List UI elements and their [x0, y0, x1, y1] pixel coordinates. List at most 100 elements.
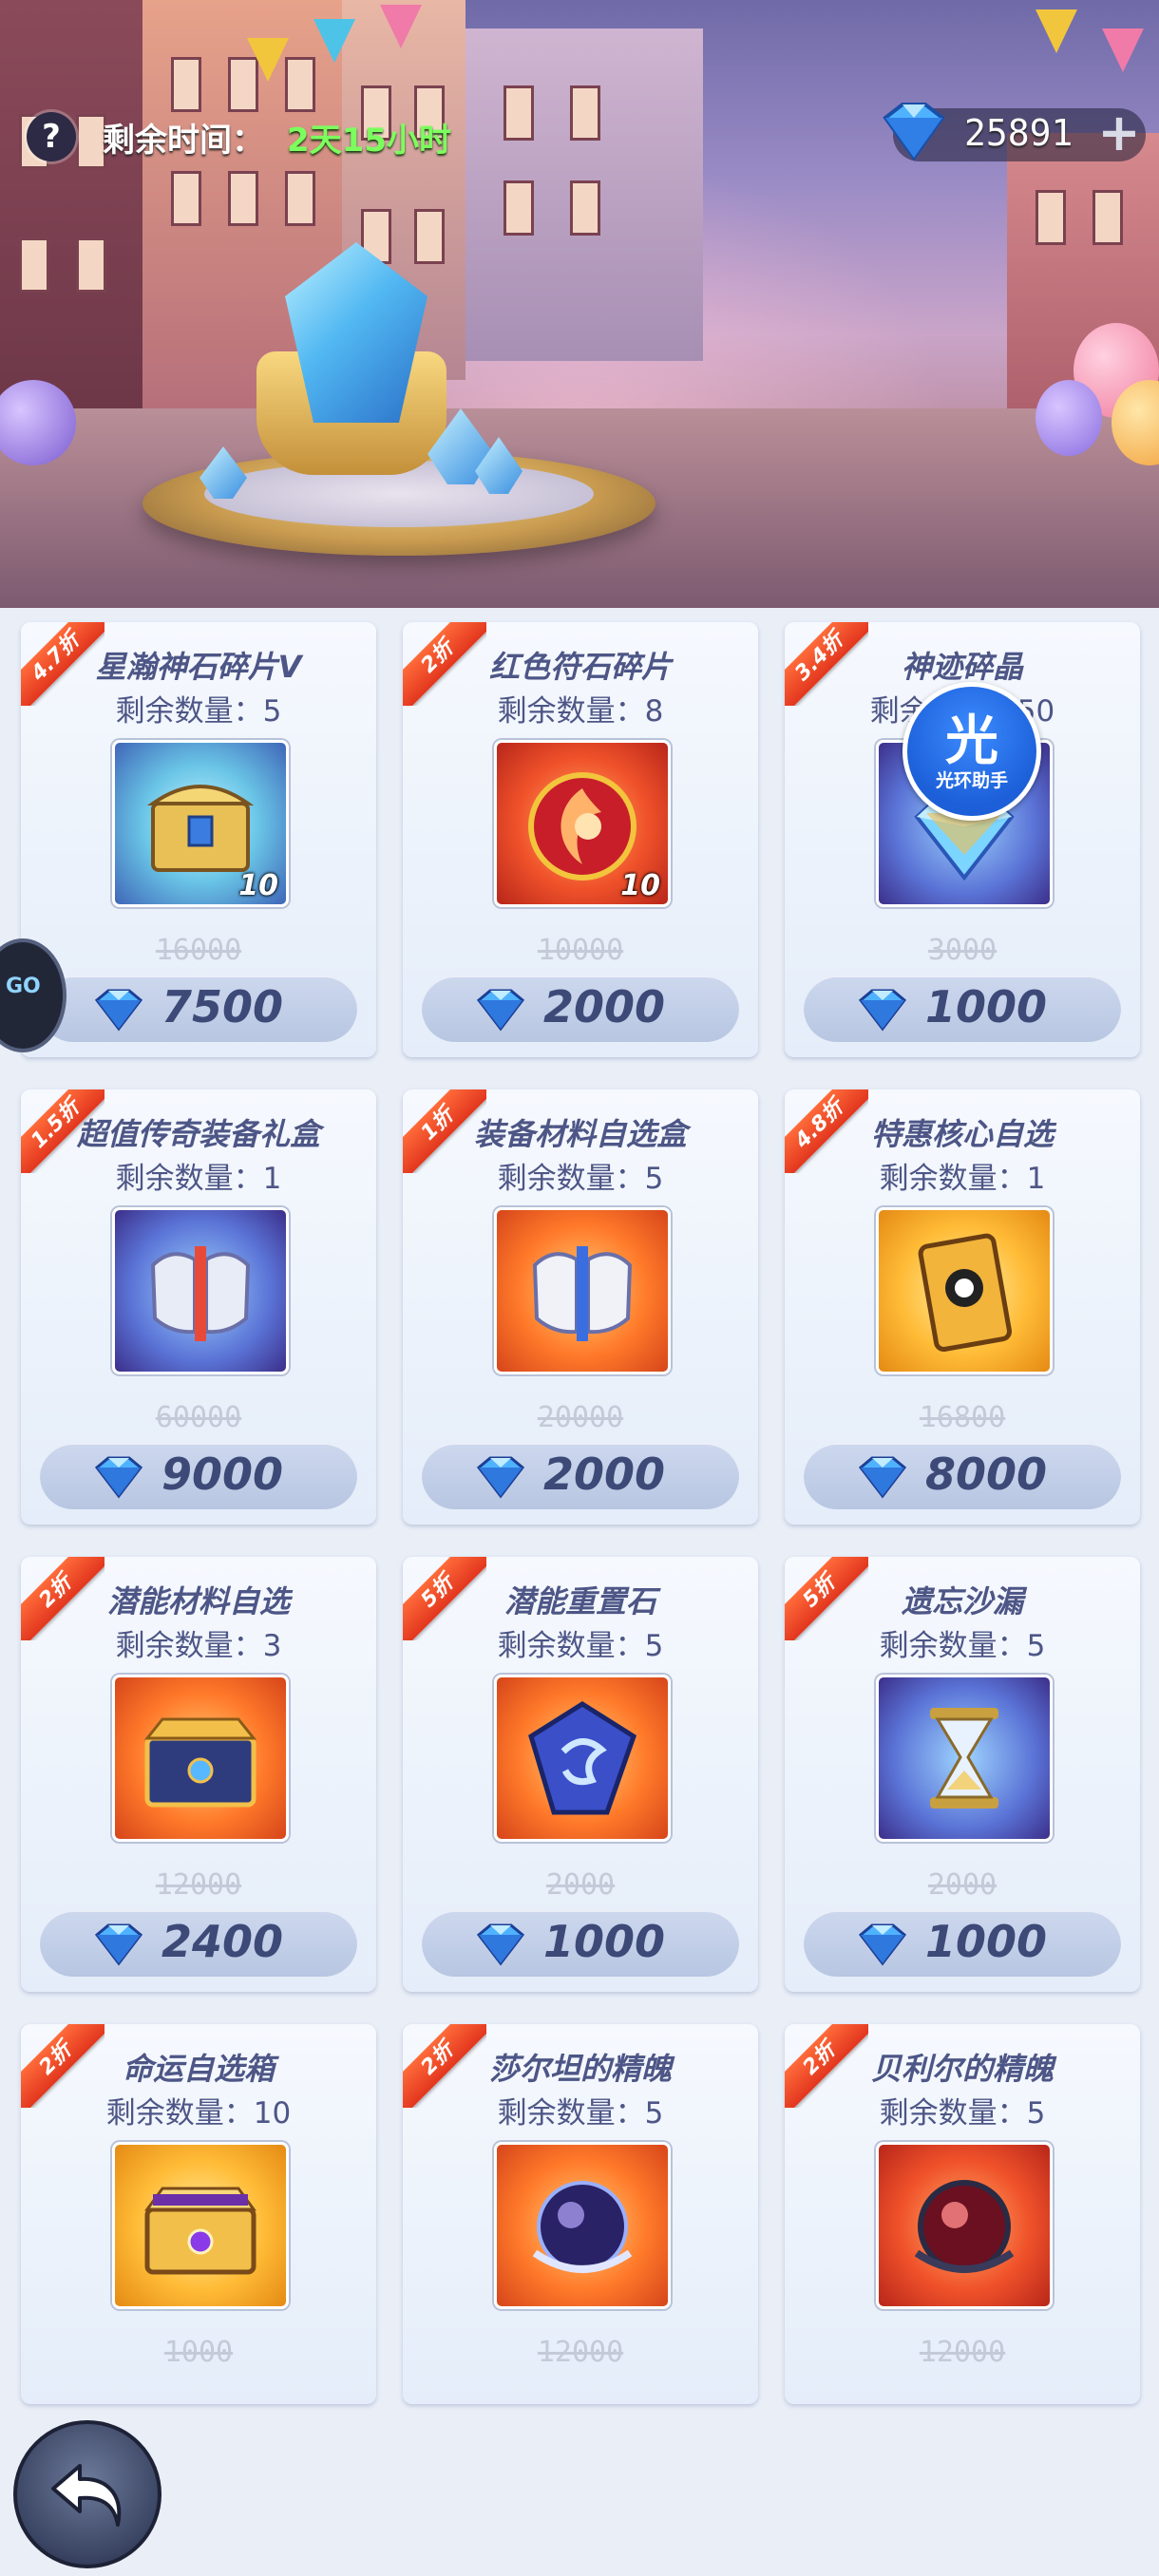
- armor-orange-icon: [532, 1246, 633, 1341]
- helper-label: 光环助手: [935, 770, 1008, 791]
- armor-blue-icon: [150, 1246, 251, 1341]
- buy-button[interactable]: 7500: [40, 975, 357, 1042]
- remaining-time-label: 剩余时间：: [103, 122, 264, 160]
- item-name: 红色符石碎片: [488, 649, 672, 685]
- item-name: 星瀚神石碎片V: [95, 649, 302, 685]
- item-name: 超值传奇装备礼盒: [76, 1116, 320, 1152]
- item-name: 潜能重置石: [504, 1583, 656, 1619]
- shop-item-card[interactable]: 4.8折 特惠核心自选 剩余数量：1 16800 8000: [785, 1089, 1140, 1525]
- item-stock: 剩余数量：8: [497, 694, 664, 729]
- original-price: 1000: [163, 2336, 234, 2369]
- item-name: 贝利尔的精魄: [870, 2051, 1054, 2087]
- item-stock: 剩余数量：1: [879, 1162, 1046, 1196]
- shop-item-card[interactable]: 2折 命运自选箱 剩余数量：10 1000: [21, 2024, 376, 2404]
- item-stock: 剩余数量：5: [115, 694, 282, 729]
- item-stock: 剩余数量：5: [879, 1629, 1046, 1663]
- diamond-currency-icon: [858, 1923, 907, 1966]
- buy-button[interactable]: 1000: [804, 975, 1121, 1042]
- shop-item-card[interactable]: 2折 潜能材料自选 剩余数量：3 12000 2400: [21, 1557, 376, 1992]
- item-icon-frame[interactable]: [494, 1207, 671, 1374]
- item-icon-frame[interactable]: [876, 1675, 1053, 1842]
- diamond-currency-icon: [883, 103, 945, 161]
- chest-gold-icon: [144, 2187, 256, 2275]
- shop-item-card[interactable]: 2折 贝利尔的精魄 剩余数量：5 12000: [785, 2024, 1140, 2404]
- item-icon-frame[interactable]: [876, 2142, 1053, 2309]
- original-price: 60000: [155, 1401, 242, 1434]
- sale-price: 1000: [925, 1916, 1048, 1967]
- shop-item-card[interactable]: 2折 莎尔坦的精魄 剩余数量：5 12000: [403, 2024, 758, 2404]
- original-price: 12000: [537, 2336, 624, 2369]
- help-button[interactable]: ?: [27, 112, 76, 161]
- item-stock: 剩余数量：5: [879, 2096, 1046, 2131]
- sale-price: 9000: [162, 1449, 284, 1500]
- item-stock: 剩余数量：3: [115, 1629, 282, 1663]
- diamond-currency-icon: [94, 989, 143, 1032]
- chest-orange-icon: [143, 1717, 257, 1808]
- item-stock: 剩余数量：1: [115, 1162, 282, 1196]
- original-price: 3000: [927, 934, 998, 967]
- add-gems-button[interactable]: +: [1092, 107, 1146, 161]
- item-name: 遗忘沙漏: [901, 1583, 1023, 1619]
- orb-purple-icon: [532, 2181, 633, 2273]
- back-arrow-icon: [51, 2464, 122, 2527]
- side-float-label: GO: [6, 975, 41, 998]
- diamond-currency-icon: [476, 989, 525, 1032]
- original-price: 2000: [927, 1868, 998, 1902]
- sale-price: 2000: [543, 981, 666, 1032]
- item-stock: 剩余数量：5: [497, 2096, 664, 2131]
- item-icon-frame[interactable]: [112, 1207, 289, 1374]
- item-quantity-badge: 10: [238, 869, 278, 902]
- buy-button[interactable]: 2400: [40, 1910, 357, 1977]
- sale-price: 8000: [925, 1449, 1048, 1500]
- sale-price: 2000: [543, 1449, 666, 1500]
- item-stock: 剩余数量：5: [497, 1162, 664, 1196]
- event-banner-scene: [0, 0, 1159, 608]
- diamond-currency-icon: [476, 1456, 525, 1499]
- core-card-icon: [918, 1233, 1013, 1353]
- item-quantity-badge: 10: [620, 869, 660, 902]
- buy-button[interactable]: 1000: [804, 1910, 1121, 1977]
- buy-button[interactable]: 2000: [422, 1443, 739, 1509]
- item-name: 装备材料自选盒: [473, 1116, 687, 1152]
- shop-item-card[interactable]: 4.7折 星瀚神石碎片V 剩余数量：5 10 16000 7500: [21, 622, 376, 1057]
- item-name: 命运自选箱: [122, 2051, 275, 2087]
- shop-item-card[interactable]: 5折 潜能重置石 剩余数量：5 2000 1000: [403, 1557, 758, 1992]
- item-icon-frame[interactable]: [112, 1675, 289, 1842]
- item-stock: 剩余数量：5: [497, 1629, 664, 1663]
- item-icon-frame[interactable]: [112, 2142, 289, 2309]
- gem-balance-amount: 25891: [964, 112, 1074, 154]
- chest-blue-icon: [146, 785, 255, 872]
- back-button[interactable]: [13, 2420, 162, 2568]
- item-icon-frame[interactable]: [876, 1207, 1053, 1374]
- original-price: 20000: [537, 1401, 624, 1434]
- sale-price: 2400: [162, 1916, 284, 1967]
- buy-button[interactable]: 9000: [40, 1443, 357, 1509]
- remaining-time-value: 2天15小时: [287, 122, 451, 160]
- item-name: 神迹碎晶: [901, 649, 1023, 685]
- shop-item-grid: 4.7折 星瀚神石碎片V 剩余数量：5 10 16000 7500 2折 红色符…: [21, 622, 1142, 2404]
- shop-item-card[interactable]: 2折 红色符石碎片 剩余数量：8 10 10000 2000: [403, 622, 758, 1057]
- buy-button[interactable]: 8000: [804, 1443, 1121, 1509]
- halo-helper-badge[interactable]: 光 光环助手: [902, 682, 1041, 821]
- shop-item-card[interactable]: 5折 遗忘沙漏 剩余数量：5 2000 1000: [785, 1557, 1140, 1992]
- shop-item-card[interactable]: 1.5折 超值传奇装备礼盒 剩余数量：1 60000 9000: [21, 1089, 376, 1525]
- original-price: 16000: [155, 934, 242, 967]
- diamond-currency-icon: [94, 1923, 143, 1966]
- orb-red-icon: [914, 2180, 1015, 2273]
- original-price: 12000: [919, 2336, 1006, 2369]
- original-price: 10000: [537, 934, 624, 967]
- buy-button[interactable]: 2000: [422, 975, 739, 1042]
- diamond-currency-icon: [476, 1923, 525, 1966]
- diamond-currency-icon: [858, 989, 907, 1032]
- sale-price: 7500: [162, 981, 284, 1032]
- item-icon-frame[interactable]: 10: [494, 740, 671, 907]
- item-icon-frame[interactable]: [494, 1675, 671, 1842]
- shop-item-card[interactable]: 1折 装备材料自选盒 剩余数量：5 20000 2000: [403, 1089, 758, 1525]
- item-icon-frame[interactable]: [494, 2142, 671, 2309]
- sale-price: 1000: [925, 981, 1048, 1032]
- building-far: [466, 28, 703, 361]
- diamond-currency-icon: [94, 1456, 143, 1499]
- original-price: 16800: [919, 1401, 1006, 1434]
- item-icon-frame[interactable]: 10: [112, 740, 289, 907]
- buy-button[interactable]: 1000: [422, 1910, 739, 1977]
